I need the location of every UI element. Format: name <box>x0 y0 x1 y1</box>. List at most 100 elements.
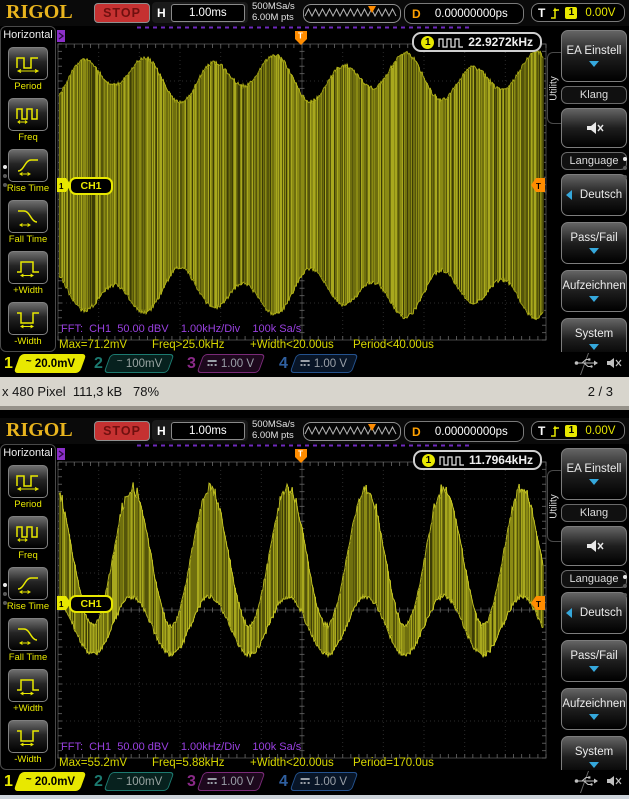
language-value-button[interactable]: Deutsch <box>561 174 627 216</box>
delay-label: D <box>405 7 428 21</box>
horizontal-timebase-group: H 1.00ms <box>152 2 248 23</box>
h-label: H <box>152 6 171 20</box>
square-wave-icon <box>439 455 465 466</box>
memory-depth: 6.00M pts <box>252 13 295 24</box>
waveform-preview-bar[interactable] <box>303 422 401 441</box>
measure-item-period[interactable]: Period <box>1 47 55 92</box>
channel1-position-label[interactable]: CH1 <box>69 595 113 613</box>
measure-item-neg-width[interactable]: -Width <box>1 720 55 765</box>
acquisition-info: 500MSa/s 6.00M pts <box>252 420 295 441</box>
sound-muted-icon <box>606 775 623 787</box>
channel2-scale: 100mV <box>126 776 162 788</box>
minus-width-icon <box>15 309 41 329</box>
freq-icon <box>15 523 41 543</box>
measure-item-rise-time[interactable]: Rise Time <box>1 149 55 194</box>
counter-channel-badge: 1 <box>422 454 435 467</box>
ac-coupling-icon: ~ <box>117 774 123 785</box>
trigger-position-marker: T <box>295 31 307 45</box>
left-menu-title: Horizontal <box>1 27 55 41</box>
period-icon <box>15 472 41 492</box>
waveform-preview-bar[interactable] <box>303 4 401 23</box>
delay-group: D 0.00000000ps <box>404 421 524 442</box>
ea-einstell-button[interactable]: EA Einstell <box>561 30 627 82</box>
status-icons <box>574 775 623 787</box>
rigol-logo: RIGOL <box>6 1 73 24</box>
waveform-display: T1T <box>57 444 547 770</box>
klang-mute-button[interactable] <box>561 108 627 148</box>
channel3-scale: 1.00 V <box>221 776 254 788</box>
trigger-group: T 1 0.00V <box>531 421 625 440</box>
measure-item-neg-width[interactable]: -Width <box>1 302 55 347</box>
delay-value: 0.00000000ps <box>428 426 523 438</box>
counter-channel-badge: 1 <box>421 36 434 49</box>
record-button[interactable]: Aufzeichnen <box>561 688 627 730</box>
delay-group: D 0.00000000ps <box>404 3 524 24</box>
rigol-logo: RIGOL <box>6 419 73 442</box>
waveform-area: T1T 1 22.9272kHz CH1 FFT: CH1 50.00 dBV … <box>57 26 547 352</box>
measurement-period: Period=170.0us <box>353 757 434 769</box>
image-info-text: x 480 Pixel 111,3 kB 78% <box>2 384 159 399</box>
right-menu-page-dots <box>623 575 627 597</box>
measure-item-fall-time[interactable]: Fall Time <box>1 618 55 663</box>
ac-coupling-icon: ~ <box>26 356 32 367</box>
status-icons <box>574 357 623 369</box>
plus-width-icon <box>15 676 41 696</box>
run-stop-status[interactable]: STOP <box>94 3 150 23</box>
h-label: H <box>152 424 171 438</box>
measurement-row: Max=71.2mV Freq>25.0kHz +Width<20.00us P… <box>57 339 547 352</box>
trigger-source-badge: 1 <box>565 425 577 437</box>
channel1-position-label[interactable]: CH1 <box>69 177 113 195</box>
menu-down-arrow-icon <box>589 479 599 485</box>
svg-text:1: 1 <box>59 182 64 191</box>
counter-frequency: 11.7964kHz <box>469 453 533 467</box>
menu-down-arrow-icon <box>589 666 599 672</box>
sample-rate: 500MSa/s <box>252 420 295 431</box>
language-value-button[interactable]: Deutsch <box>561 592 627 634</box>
left-menu-title: Horizontal <box>1 445 55 459</box>
right-menu-page-dots <box>623 157 627 179</box>
fall-time-icon <box>15 207 41 227</box>
run-stop-status[interactable]: STOP <box>94 421 150 441</box>
utility-menu-tab: Utility <box>547 52 561 124</box>
ea-einstell-button[interactable]: EA Einstell <box>561 448 627 500</box>
window-edge <box>0 795 629 799</box>
channel2-scale: 100mV <box>126 358 162 370</box>
klang-mute-button[interactable] <box>561 526 627 566</box>
menu-down-arrow-icon <box>589 296 599 302</box>
horizontal-measure-menu: Horizontal Period Freq <box>0 444 56 770</box>
menu-down-arrow-icon <box>589 248 599 254</box>
left-menu-page-dots <box>3 583 7 605</box>
timebase-value[interactable]: 1.00ms <box>171 422 245 440</box>
menu-down-arrow-icon <box>589 714 599 720</box>
trigger-label: T <box>538 6 545 20</box>
image-page-indicator: 2 / 3 <box>588 384 613 399</box>
sound-muted-icon <box>606 357 623 369</box>
trigger-label: T <box>538 424 545 438</box>
fft-status-line: FFT: CH1 50.00 dBV 1.00kHz/Div 100k Sa/s <box>61 741 301 753</box>
usb-icon <box>574 357 598 369</box>
fft-status-line: FFT: CH1 50.00 dBV 1.00kHz/Div 100k Sa/s <box>61 323 301 335</box>
plus-width-icon <box>15 258 41 278</box>
record-button[interactable]: Aufzeichnen <box>561 270 627 312</box>
measure-item-pos-width[interactable]: +Width <box>1 669 55 714</box>
trigger-group: T 1 0.00V <box>531 3 625 22</box>
measurement-max: Max=55.2mV <box>59 757 127 769</box>
svg-text:T: T <box>536 600 541 609</box>
pass-fail-button[interactable]: Pass/Fail <box>561 222 627 264</box>
utility-menu: Utility EA Einstell Klang Language Deuts… <box>547 26 629 352</box>
trigger-level-value: 0.00V <box>585 7 615 19</box>
measure-item-pos-width[interactable]: +Width <box>1 251 55 296</box>
measurement-row: Max=55.2mV Freq=5.88kHz +Width<20.00us P… <box>57 757 547 770</box>
measurement-period: Period<40.00us <box>353 339 434 351</box>
oscilloscope-screen: RIGOL STOP H 1.00ms 500MSa/s 6.00M pts D… <box>0 418 629 795</box>
timebase-value[interactable]: 1.00ms <box>171 4 245 22</box>
measure-item-freq[interactable]: Freq <box>1 98 55 143</box>
klang-label: Klang <box>561 86 627 104</box>
waveform-display: T1T <box>57 26 547 352</box>
measure-item-fall-time[interactable]: Fall Time <box>1 200 55 245</box>
measure-item-freq[interactable]: Freq <box>1 516 55 561</box>
pass-fail-button[interactable]: Pass/Fail <box>561 640 627 682</box>
measure-item-period[interactable]: Period <box>1 465 55 510</box>
measure-item-rise-time[interactable]: Rise Time <box>1 567 55 612</box>
trigger-slope-icon <box>549 6 561 20</box>
